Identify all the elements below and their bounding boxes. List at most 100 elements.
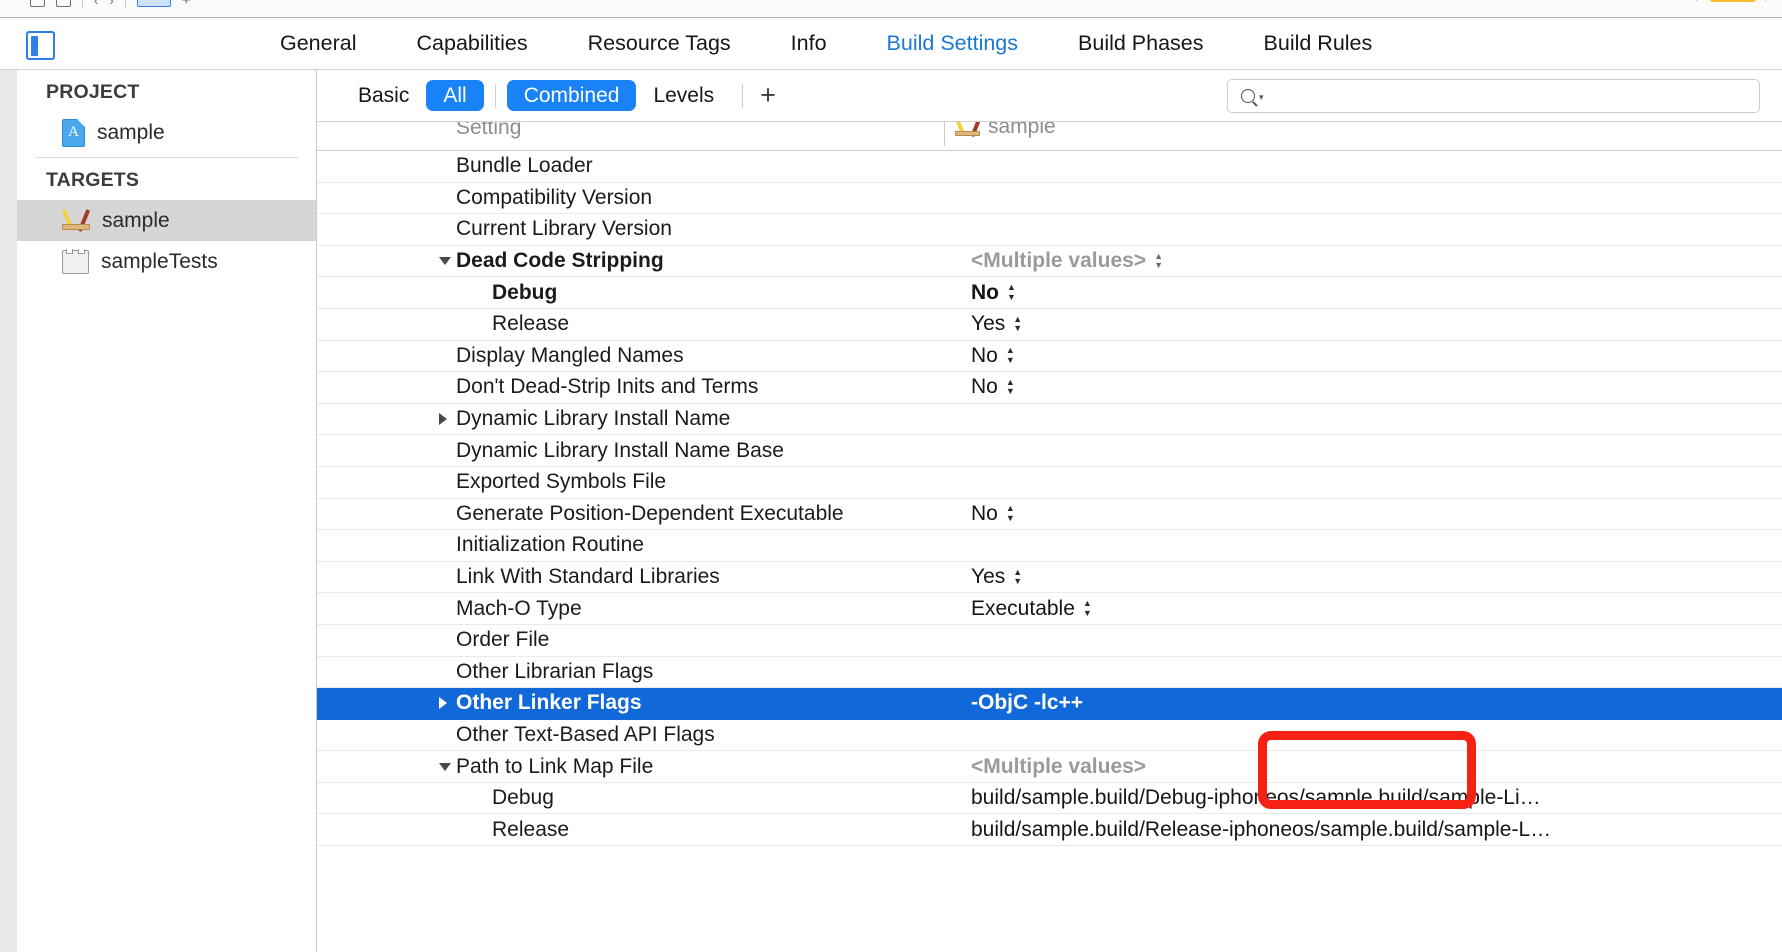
show-navigator-icon[interactable]	[26, 31, 55, 60]
table-row[interactable]: Link With Standard Libraries Yes ▲ ▼	[317, 562, 1782, 594]
sidebar-item-target-sampletests[interactable]: sampleTests	[0, 241, 316, 282]
table-row[interactable]: Order File	[317, 625, 1782, 657]
table-row[interactable]: Release build/sample.build/Release-iphone…	[317, 814, 1782, 847]
setting-value[interactable]: Yes ▲ ▼	[971, 312, 1022, 336]
filter-basic[interactable]: Basic	[341, 80, 426, 111]
targets-section-header: TARGETS	[46, 169, 140, 191]
xcode-project-icon: A	[62, 118, 85, 147]
table-row[interactable]: Dynamic Library Install Name Base	[317, 435, 1782, 467]
setting-name: Order File	[456, 628, 550, 652]
search-icon	[1241, 89, 1255, 103]
setting-value[interactable]: Yes ▲ ▼	[971, 565, 1022, 589]
disclosure-triangle-open-icon[interactable]	[439, 257, 451, 266]
setting-value[interactable]: No ▲ ▼	[971, 344, 1015, 368]
search-field[interactable]: ▾	[1227, 79, 1760, 113]
table-row[interactable]: Current Library Version	[317, 214, 1782, 246]
disclosure-triangle-open-icon[interactable]	[439, 762, 451, 771]
table-row[interactable]: Dynamic Library Install Name	[317, 404, 1782, 436]
toolbar-divider-2	[124, 0, 126, 8]
setting-name: Display Mangled Names	[456, 343, 684, 367]
build-settings-panel: Basic All Combined Levels + ▾ Setting sa…	[317, 70, 1782, 952]
table-row[interactable]: Bundle Loader	[317, 151, 1782, 183]
tab-build-phases[interactable]: Build Phases	[1048, 33, 1234, 55]
sidebar-item-project-sample[interactable]: A sample	[0, 112, 316, 153]
chevron-left-icon[interactable]: ‹	[94, 0, 98, 7]
table-row[interactable]: Dead Code Stripping <Multiple values> ▲ ▼	[317, 246, 1782, 278]
filter-all[interactable]: All	[426, 80, 484, 111]
sidebar-item-target-sample[interactable]: sample	[0, 200, 316, 241]
tab-list: General Capabilities Resource Tags Info …	[250, 18, 1402, 70]
panels-icon-2[interactable]	[56, 0, 71, 7]
setting-value-text: No	[971, 280, 999, 304]
panels-icon[interactable]	[30, 0, 45, 7]
tab-general[interactable]: General	[250, 33, 387, 55]
tab-build-settings[interactable]: Build Settings	[857, 33, 1048, 55]
setting-value[interactable]: <Multiple values> ▲ ▼	[971, 249, 1163, 273]
table-row[interactable]: Don't Dead-Strip Inits and Terms No ▲ ▼	[317, 372, 1782, 404]
setting-value[interactable]: Executable ▲ ▼	[971, 597, 1092, 621]
disclosure-triangle-closed-icon[interactable]	[439, 697, 447, 710]
setting-name: Bundle Loader	[456, 154, 593, 178]
table-row[interactable]: Debug No ▲ ▼	[317, 277, 1782, 309]
chevron-right-icon[interactable]: ›	[109, 0, 113, 7]
triangle-icon[interactable]	[1696, 0, 1701, 1]
tab-info[interactable]: Info	[761, 33, 857, 55]
setting-value[interactable]: build/sample.build/Debug-iphoneos/sample…	[971, 786, 1541, 810]
value-stepper-icon[interactable]: ▲ ▼	[1083, 598, 1092, 618]
plus-icon[interactable]: +	[182, 0, 191, 8]
table-row[interactable]: Exported Symbols File	[317, 467, 1782, 499]
tab-resource-tags[interactable]: Resource Tags	[558, 33, 761, 55]
setting-name: Release	[492, 312, 570, 336]
table-row[interactable]: Path to Link Map File <Multiple values>	[317, 751, 1782, 783]
setting-name: Generate Position-Dependent Executable	[456, 501, 844, 525]
setting-name: Dynamic Library Install Name Base	[456, 438, 784, 462]
setting-name: Mach-O Type	[456, 596, 582, 620]
disclosure-triangle-closed-icon[interactable]	[439, 413, 447, 426]
setting-value[interactable]: <Multiple values>	[971, 755, 1146, 779]
editor-icon[interactable]	[136, 0, 171, 7]
setting-name: Dynamic Library Install Name	[456, 407, 731, 431]
value-stepper-icon[interactable]: ▲ ▼	[1013, 314, 1022, 334]
table-row[interactable]: Other Text-Based API Flags	[317, 720, 1782, 752]
table-row[interactable]: Mach-O Type Executable ▲ ▼	[317, 593, 1782, 625]
tab-build-rules[interactable]: Build Rules	[1234, 33, 1403, 55]
table-row[interactable]: Release Yes ▲ ▼	[317, 309, 1782, 341]
setting-value[interactable]: -ObjC -lc++	[971, 691, 1083, 715]
setting-name: Other Text-Based API Flags	[456, 722, 715, 746]
window-toolbar-strip: ‹ › +	[0, 0, 1782, 18]
value-stepper-icon[interactable]: ▲ ▼	[1006, 504, 1015, 523]
setting-value[interactable]: No ▲ ▼	[971, 502, 1015, 526]
table-row[interactable]: Generate Position-Dependent Executable No…	[317, 499, 1782, 531]
filter-levels[interactable]: Levels	[636, 80, 731, 111]
table-row[interactable]: Other Linker Flags -ObjC -lc++	[317, 688, 1782, 720]
target-icon	[62, 208, 91, 234]
chevron-down-icon[interactable]: ▾	[1259, 92, 1264, 103]
setting-value-text: <Multiple values>	[971, 249, 1147, 273]
value-stepper-icon[interactable]: ▲ ▼	[1154, 251, 1163, 271]
table-row[interactable]: Initialization Routine	[317, 530, 1782, 562]
setting-value-text: Yes	[971, 565, 1006, 589]
table-row[interactable]: Display Mangled Names No ▲ ▼	[317, 341, 1782, 373]
setting-value[interactable]: build/sample.build/Release-iphoneos/samp…	[971, 818, 1551, 842]
value-stepper-icon[interactable]: ▲ ▼	[1006, 377, 1015, 397]
table-row[interactable]: Compatibility Version	[317, 183, 1782, 215]
yellow-status-bar	[1710, 0, 1756, 2]
filter-combined[interactable]: Combined	[506, 80, 637, 111]
setting-name: Don't Dead-Strip Inits and Terms	[456, 375, 759, 399]
search-input[interactable]	[1270, 84, 1759, 108]
table-column-header: Setting sample	[317, 122, 1782, 151]
setting-value[interactable]: No ▲ ▼	[971, 375, 1015, 399]
table-row[interactable]: Other Librarian Flags	[317, 657, 1782, 689]
setting-value-text: Executable	[971, 596, 1075, 620]
tab-capabilities[interactable]: Capabilities	[387, 33, 558, 55]
value-stepper-icon[interactable]: ▲ ▼	[1013, 567, 1022, 587]
build-settings-table[interactable]: Setting sample Bundle Loader Compatibilit…	[317, 122, 1782, 952]
add-setting-button[interactable]: +	[756, 82, 780, 109]
setting-value[interactable]: No ▲ ▼	[971, 281, 1016, 305]
value-stepper-icon[interactable]: ▲ ▼	[1006, 346, 1015, 365]
triangle-icon-2[interactable]	[1765, 0, 1770, 1]
filter-divider	[494, 83, 496, 108]
value-stepper-icon[interactable]: ▲ ▼	[1007, 283, 1016, 302]
setting-value-text: Yes	[971, 312, 1006, 336]
table-row[interactable]: Debug build/sample.build/Debug-iphoneos/s…	[317, 783, 1782, 815]
